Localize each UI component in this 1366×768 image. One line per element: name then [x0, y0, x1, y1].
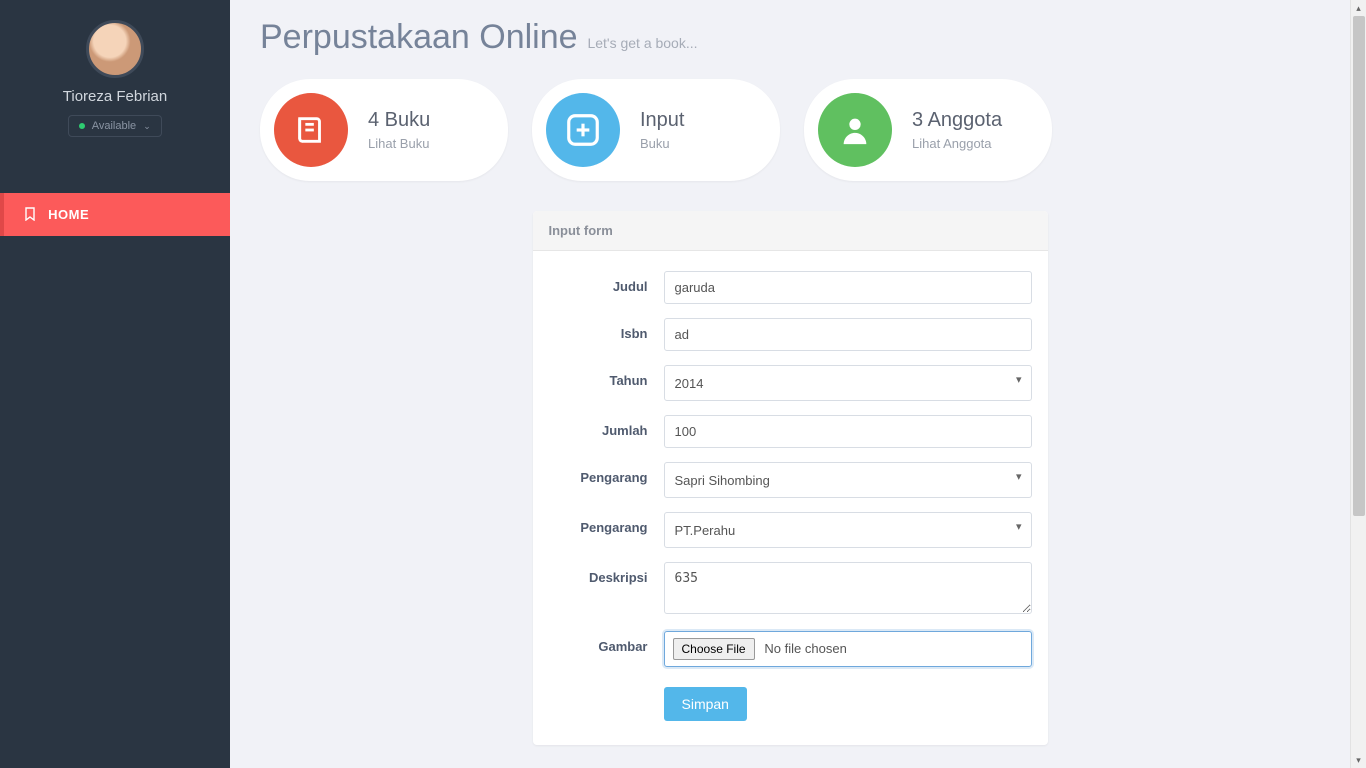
nav-label: HOME: [48, 207, 89, 222]
form-row-gambar: Gambar Choose File No file chosen: [549, 631, 1032, 667]
textarea-deskripsi[interactable]: 635: [664, 562, 1032, 614]
card-title: 4 Buku: [368, 109, 430, 132]
sidebar: Tioreza Febrian Available ⌄ HOME: [0, 0, 230, 768]
card-subtitle: Lihat Anggota: [912, 136, 1002, 151]
label-jumlah: Jumlah: [549, 415, 664, 438]
label-penerbit: Pengarang: [549, 512, 664, 535]
select-penerbit[interactable]: PT.Perahu: [664, 512, 1032, 548]
status-dot-icon: [79, 123, 85, 129]
card-subtitle: Buku: [640, 136, 684, 151]
nav-item-home[interactable]: HOME: [0, 193, 230, 236]
label-deskripsi: Deskripsi: [549, 562, 664, 585]
panel-title: Input form: [533, 211, 1048, 251]
submit-button[interactable]: Simpan: [664, 687, 747, 721]
card-title: Input: [640, 109, 684, 132]
card-subtitle: Lihat Buku: [368, 136, 430, 151]
label-gambar: Gambar: [549, 631, 664, 654]
scroll-up-icon[interactable]: ▴: [1351, 0, 1366, 16]
input-form-panel: Input form Judul Isbn Tahun 2014 Jumlah: [533, 211, 1048, 745]
card-buku[interactable]: 4 Buku Lihat Buku: [260, 79, 508, 181]
card-title: 3 Anggota: [912, 109, 1002, 132]
file-input-wrap[interactable]: Choose File No file chosen: [664, 631, 1032, 667]
card-text: 4 Buku Lihat Buku: [368, 109, 430, 151]
choose-file-button[interactable]: Choose File: [673, 638, 755, 660]
form-row-jumlah: Jumlah: [549, 415, 1032, 448]
label-judul: Judul: [549, 271, 664, 294]
status-badge[interactable]: Available ⌄: [68, 115, 162, 137]
main-content: Perpustakaan Online Let's get a book... …: [230, 0, 1350, 768]
select-pengarang[interactable]: Sapri Sihombing: [664, 462, 1032, 498]
label-tahun: Tahun: [549, 365, 664, 388]
form-row-judul: Judul: [549, 271, 1032, 304]
page-subtitle: Let's get a book...: [587, 35, 697, 51]
form-row-pengarang: Pengarang Sapri Sihombing: [549, 462, 1032, 498]
input-jumlah[interactable]: [664, 415, 1032, 448]
avatar[interactable]: [86, 20, 144, 78]
form-row-isbn: Isbn: [549, 318, 1032, 351]
card-input[interactable]: Input Buku: [532, 79, 780, 181]
input-judul[interactable]: [664, 271, 1032, 304]
form-row-deskripsi: Deskripsi 635: [549, 562, 1032, 617]
card-anggota[interactable]: 3 Anggota Lihat Anggota: [804, 79, 1052, 181]
scroll-thumb[interactable]: [1353, 16, 1365, 516]
scroll-down-icon[interactable]: ▾: [1351, 752, 1366, 768]
bookmark-icon: [24, 207, 36, 221]
file-status-text: No file chosen: [764, 641, 846, 656]
profile-section: Tioreza Febrian Available ⌄: [0, 0, 230, 151]
book-icon: [274, 93, 348, 167]
card-text: Input Buku: [640, 109, 684, 151]
form-row-penerbit: Pengarang PT.Perahu: [549, 512, 1032, 548]
stat-cards: 4 Buku Lihat Buku Input Buku 3 Anggota L…: [260, 79, 1320, 181]
form-row-tahun: Tahun 2014: [549, 365, 1032, 401]
user-icon: [818, 93, 892, 167]
sidebar-nav: HOME: [0, 193, 230, 236]
card-text: 3 Anggota Lihat Anggota: [912, 109, 1002, 151]
plus-square-icon: [546, 93, 620, 167]
page-header: Perpustakaan Online Let's get a book...: [260, 18, 1320, 57]
panel-body: Judul Isbn Tahun 2014 Jumlah: [533, 251, 1048, 745]
input-isbn[interactable]: [664, 318, 1032, 351]
chevron-down-icon: ⌄: [143, 121, 151, 132]
page-title: Perpustakaan Online: [260, 18, 578, 57]
vertical-scrollbar[interactable]: ▴ ▾: [1350, 0, 1366, 768]
select-tahun[interactable]: 2014: [664, 365, 1032, 401]
profile-name: Tioreza Febrian: [10, 88, 220, 105]
label-isbn: Isbn: [549, 318, 664, 341]
label-pengarang: Pengarang: [549, 462, 664, 485]
status-text: Available: [92, 120, 136, 132]
submit-row: Simpan: [549, 687, 1032, 721]
